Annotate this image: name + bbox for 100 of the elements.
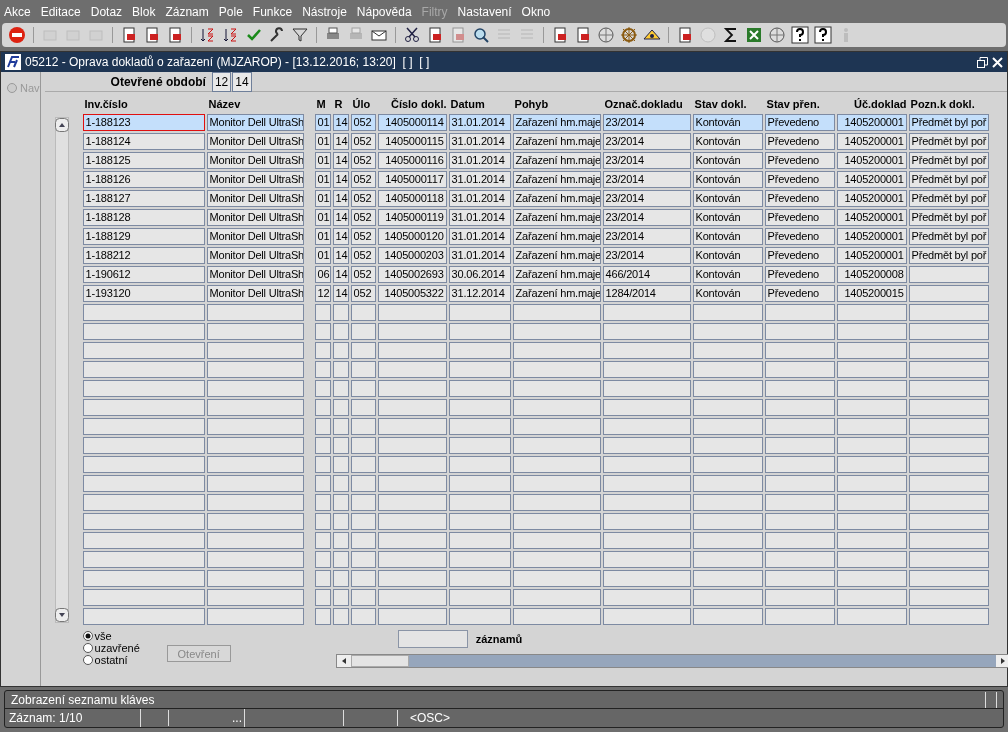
- table-cell: 1405200001: [836, 247, 907, 264]
- column-header: M: [315, 96, 327, 112]
- menu-item[interactable]: Nastavení: [457, 2, 512, 21]
- menu-item[interactable]: Dotaz: [90, 2, 123, 21]
- table-cell: Monitor Dell UltraSh: [206, 266, 304, 283]
- exit-icon[interactable]: [8, 26, 26, 44]
- table-cell: Převedeno: [764, 190, 835, 207]
- radio-button[interactable]: [82, 655, 93, 665]
- column-header: Stav dokl.: [693, 96, 748, 112]
- menu-item[interactable]: Okno: [521, 2, 551, 21]
- table-cell: 1-188212: [82, 247, 205, 264]
- table-cell: 1405005322: [377, 285, 447, 302]
- column-header: Úlo: [351, 96, 372, 112]
- table-cell: 31.01.2014: [448, 247, 511, 264]
- table-cell: 31.01.2014: [448, 152, 511, 169]
- document-icon[interactable]: [120, 26, 138, 44]
- table-cell: 052: [350, 114, 376, 131]
- table-cell: 1405000120: [377, 228, 447, 245]
- menu-item[interactable]: Pole: [218, 2, 243, 21]
- table-cell: Monitor Dell UltraSh: [206, 114, 304, 131]
- document-icon[interactable]: [574, 26, 592, 44]
- table-cell: Převedeno: [764, 266, 835, 283]
- column-header: Název: [207, 96, 242, 112]
- table-cell: 31.01.2014: [448, 171, 511, 188]
- table-cell: 23/2014: [602, 114, 691, 131]
- table-cell: Kontován: [692, 228, 763, 245]
- table-cell: 1-188126: [82, 171, 205, 188]
- table-cell: 01: [314, 209, 331, 226]
- table-cell: 14: [332, 228, 349, 245]
- mode-indicator: <OSC>: [409, 710, 451, 727]
- document-icon[interactable]: [676, 26, 694, 44]
- table-cell: 14: [332, 114, 349, 131]
- table-cell: 06: [314, 266, 331, 283]
- document-icon[interactable]: [551, 26, 569, 44]
- radio-label[interactable]: ostatní: [94, 654, 128, 666]
- scissors-icon[interactable]: [403, 26, 421, 44]
- table-cell: 14: [332, 209, 349, 226]
- table-cell: 1-188127: [82, 190, 205, 207]
- document-icon[interactable]: [166, 26, 184, 44]
- close-icon[interactable]: [992, 56, 1003, 68]
- table-cell: 052: [350, 133, 376, 150]
- scrollbar-thumb[interactable]: [350, 655, 409, 667]
- menu-item[interactable]: Funkce: [252, 2, 293, 21]
- table-cell: 14: [332, 171, 349, 188]
- table-cell: 1405000203: [377, 247, 447, 264]
- table-cell: Kontován: [692, 152, 763, 169]
- help-icon[interactable]: [791, 26, 809, 44]
- radio-label[interactable]: vše: [94, 630, 112, 642]
- spreadsheet-icon[interactable]: [745, 26, 763, 44]
- document-icon[interactable]: [143, 26, 161, 44]
- scroll-left-icon[interactable]: [336, 655, 351, 667]
- table-cell: Kontován: [692, 209, 763, 226]
- horizontal-scrollbar[interactable]: [335, 654, 1008, 668]
- column-header: Stav přen.: [765, 96, 821, 112]
- table-cell: Monitor Dell UltraSh: [206, 190, 304, 207]
- globe-icon[interactable]: [597, 26, 615, 44]
- radio-button[interactable]: [82, 631, 93, 641]
- document-icon[interactable]: [426, 26, 444, 44]
- restore-icon[interactable]: [977, 56, 988, 68]
- column-header: Pohyb: [513, 96, 550, 112]
- menu-item[interactable]: Blok: [132, 2, 156, 21]
- funnel-icon[interactable]: [291, 26, 309, 44]
- table-cell: 052: [350, 228, 376, 245]
- table-cell: 01: [314, 114, 331, 131]
- table-cell: 31.01.2014: [448, 228, 511, 245]
- scroll-right-icon[interactable]: [995, 655, 1008, 667]
- table-cell: Kontován: [692, 190, 763, 207]
- table-cell: 052: [350, 190, 376, 207]
- table-cell: 01: [314, 152, 331, 169]
- radio-button[interactable]: [82, 643, 93, 653]
- table-cell: 31.01.2014: [448, 209, 511, 226]
- records-label: záznamů: [475, 631, 523, 647]
- radio-label[interactable]: uzavřené: [94, 642, 140, 654]
- globe-icon[interactable]: [768, 26, 786, 44]
- menu-item[interactable]: Záznam: [165, 2, 209, 21]
- table-cell: 1405000114: [377, 114, 447, 131]
- table-cell: 052: [350, 266, 376, 283]
- table-cell: 01: [314, 247, 331, 264]
- table-cell: 052: [350, 285, 376, 302]
- table-cell: 31.01.2014: [448, 133, 511, 150]
- period-year-field[interactable]: 14: [232, 71, 252, 92]
- menu-item[interactable]: Nápověda: [356, 2, 412, 21]
- table-cell: 1405200001: [836, 171, 907, 188]
- menu-item[interactable]: Editace: [40, 2, 81, 21]
- table-cell: 23/2014: [602, 190, 691, 207]
- menu-item[interactable]: Akce: [4, 2, 31, 21]
- table-cell: Převedeno: [764, 285, 835, 302]
- help-icon[interactable]: [814, 26, 832, 44]
- menu-item[interactable]: Nástroje: [302, 2, 347, 21]
- scroll-down-icon[interactable]: [54, 608, 69, 622]
- period-month-field[interactable]: 12: [211, 71, 232, 92]
- vertical-scrollbar[interactable]: [54, 117, 69, 623]
- table-cell: 1-188128: [82, 209, 205, 226]
- table-cell: 31.12.2014: [448, 285, 511, 302]
- scroll-up-icon[interactable]: [54, 118, 69, 132]
- search-icon[interactable]: [472, 26, 490, 44]
- wrench-icon[interactable]: [268, 26, 286, 44]
- column-header: Označ.dokladu: [603, 96, 684, 112]
- wheel-icon[interactable]: [620, 26, 638, 44]
- table-cell: 1405000116: [377, 152, 447, 169]
